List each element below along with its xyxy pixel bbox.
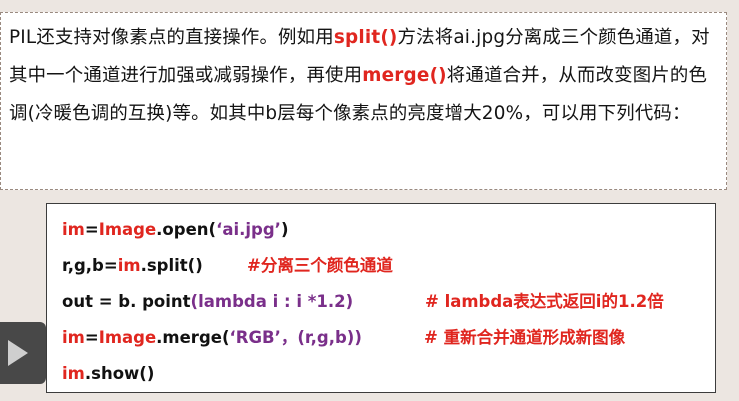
assign-rgb: r,g,b= xyxy=(62,256,118,275)
var-im: im xyxy=(62,364,85,383)
code-block: im=Image.open(‘ai.jpg’) r,g,b=im.split()… xyxy=(46,203,716,393)
intro-panel: PIL还支持对像素点的直接操作。例如用split()方法将ai.jpg分离成三个… xyxy=(0,12,727,190)
intro-paragraph: PIL还支持对像素点的直接操作。例如用split()方法将ai.jpg分离成三个… xyxy=(9,19,719,133)
method-open: .open( xyxy=(156,220,217,239)
var-im: im xyxy=(117,256,141,275)
arg-rgb: ‘RGB’ xyxy=(229,328,281,347)
var-im: im xyxy=(62,220,85,239)
method-split: .split() xyxy=(140,256,203,275)
arg-tuple: ，(r,g,b)) xyxy=(280,328,362,347)
keyword-merge: merge() xyxy=(362,65,447,86)
method-show: .show() xyxy=(84,364,155,383)
method-merge: .merge( xyxy=(156,328,230,347)
comment-split: #分离三个颜色通道 xyxy=(247,256,393,275)
comment-merge: # 重新合并通道形成新图像 xyxy=(424,328,626,347)
close-paren: ) xyxy=(280,220,289,239)
arg-filename: ‘ai.jpg’ xyxy=(216,220,281,239)
class-image: Image xyxy=(98,328,157,347)
code-line-5: im.show() xyxy=(62,357,154,391)
class-image: Image xyxy=(98,220,157,239)
equals: = xyxy=(84,328,99,347)
play-button[interactable] xyxy=(0,322,46,384)
code-line-3: out = b. point(lambda i : i *1.2) # lambd… xyxy=(62,285,664,319)
equals: = xyxy=(84,220,99,239)
var-im: im xyxy=(62,328,85,347)
code-line-2: r,g,b=im.split() #分离三个颜色通道 xyxy=(62,249,393,283)
keyword-split: split() xyxy=(333,27,398,48)
code-line-1: im=Image.open(‘ai.jpg’) xyxy=(62,213,288,247)
intro-text-1: PIL还支持对像素点的直接操作。例如用 xyxy=(9,27,334,48)
comment-lambda: # lambda表达式返回i的1.2倍 xyxy=(425,292,664,311)
point-call: out = b. point xyxy=(62,292,191,311)
lambda-args: (lambda i : i *1.2) xyxy=(190,292,354,311)
code-line-4: im=Image.merge(‘RGB’，(r,g,b)) # 重新合并通道形成新… xyxy=(62,321,625,355)
play-icon xyxy=(8,340,28,366)
